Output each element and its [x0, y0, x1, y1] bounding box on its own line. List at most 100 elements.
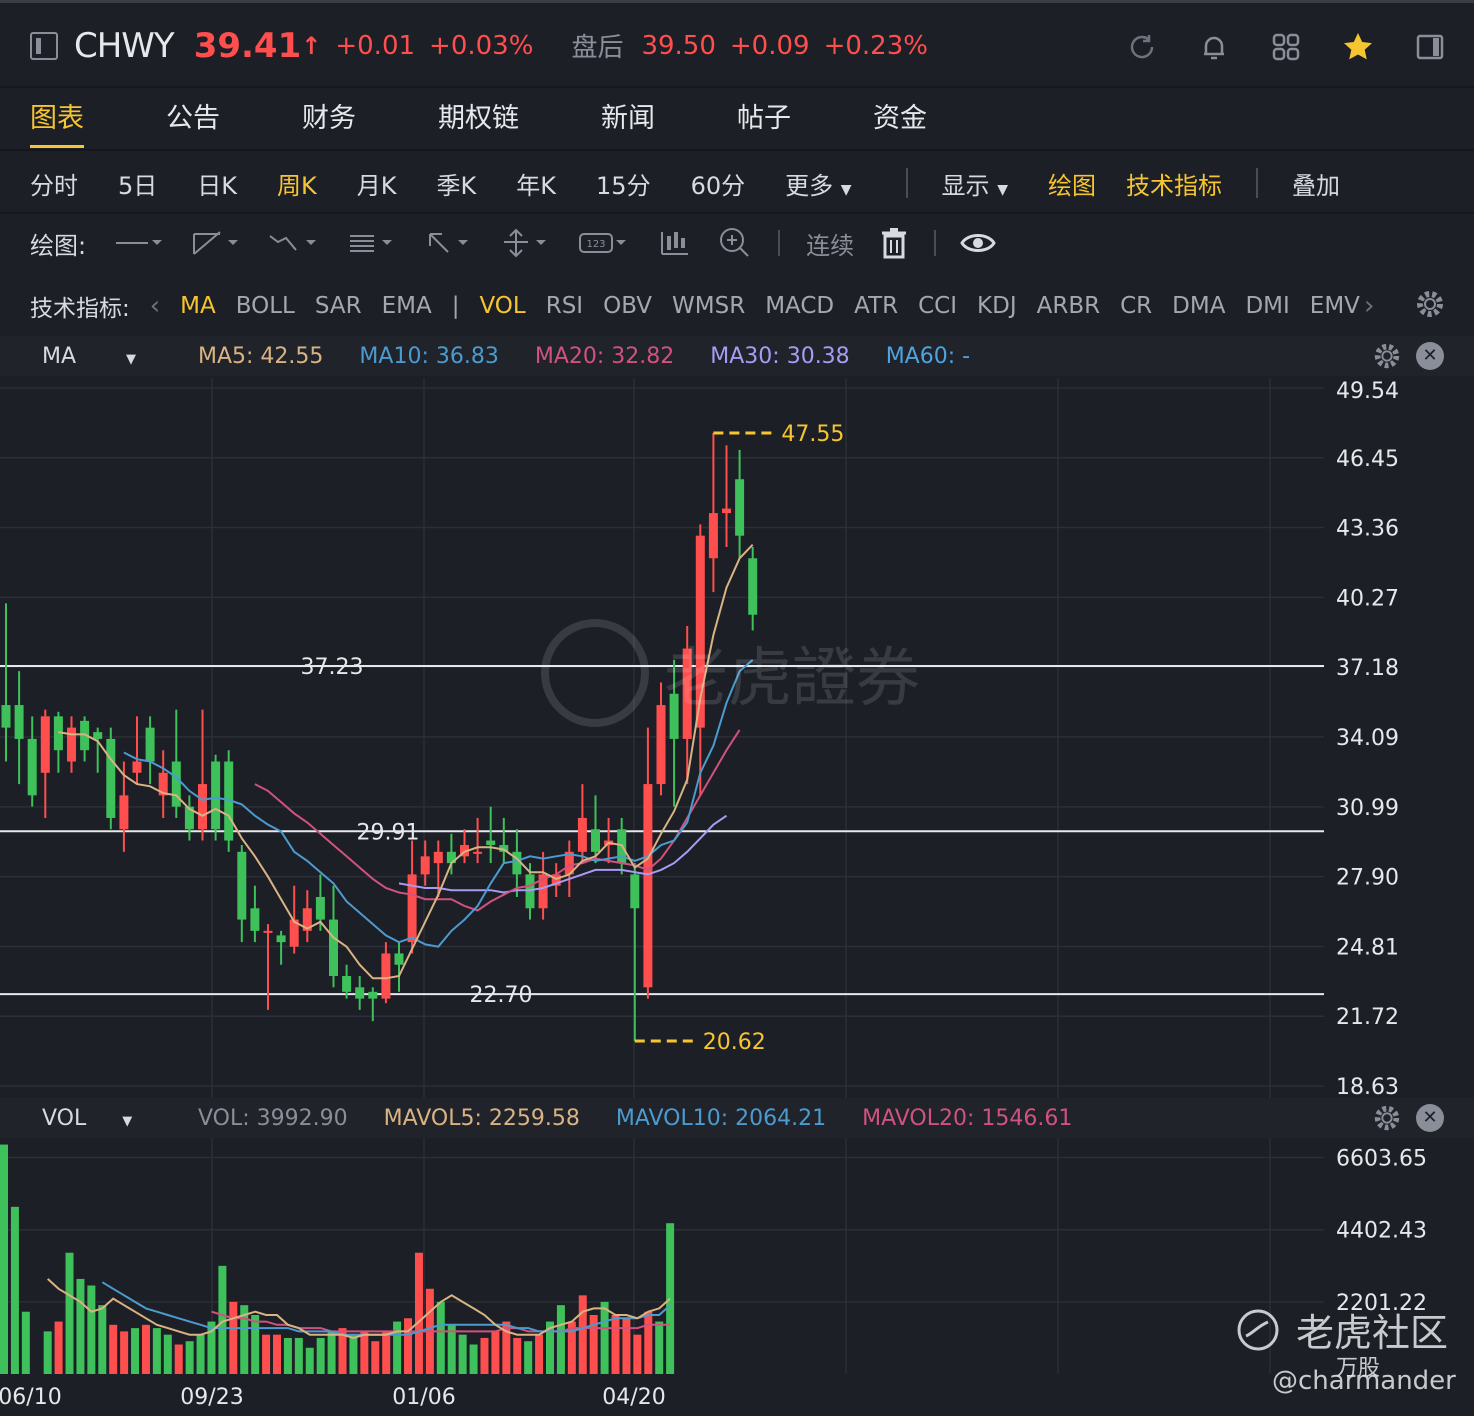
volume-bar — [174, 1344, 183, 1374]
candle-body — [577, 817, 587, 852]
volume-bar — [393, 1321, 402, 1374]
period-monthly[interactable]: 月K — [357, 166, 397, 201]
low-marker-label: 20.62 — [703, 1030, 766, 1055]
volume-bar — [98, 1305, 107, 1374]
volume-bar — [469, 1344, 478, 1374]
volume-bar — [349, 1334, 358, 1374]
volume-bar — [633, 1334, 642, 1374]
gear-icon[interactable] — [1372, 341, 1402, 371]
label-tool-icon[interactable]: 123 — [578, 228, 632, 258]
wave-tool-icon[interactable] — [268, 228, 320, 258]
measure-tool-icon[interactable] — [500, 228, 552, 258]
period-daily[interactable]: 日K — [197, 166, 237, 201]
gear-icon[interactable] — [1372, 1103, 1402, 1133]
tab-financials[interactable]: 财务 — [302, 88, 356, 150]
chevron-right-icon[interactable]: › — [1364, 291, 1374, 321]
period-60min[interactable]: 60分 — [691, 166, 746, 201]
bell-icon[interactable] — [1198, 31, 1230, 63]
mavol20-value: MAVOL20: 1546.61 — [862, 1105, 1073, 1131]
indicator-obv[interactable]: OBV — [603, 293, 652, 319]
display-dropdown[interactable]: 显示 ▼ — [942, 166, 1008, 201]
indicator-vol[interactable]: VOL — [479, 293, 525, 319]
divider — [778, 230, 781, 256]
ma-dropdown[interactable]: MA ▼ — [42, 344, 162, 369]
candle-body — [473, 851, 483, 854]
overlay-button[interactable]: 叠加 — [1292, 166, 1340, 201]
divider — [905, 168, 908, 198]
period-weekly[interactable]: 周K — [277, 166, 317, 201]
volume-bar — [87, 1285, 96, 1374]
indicator-dmi[interactable]: DMI — [1245, 293, 1289, 319]
refresh-icon[interactable] — [1126, 31, 1158, 63]
candle-body — [368, 991, 378, 999]
eye-icon[interactable] — [960, 231, 996, 255]
ma-title: MA — [42, 343, 77, 369]
quote-header: CHWY 39.41 ↑ +0.01 +0.03% 盘后 39.50 +0.09… — [0, 0, 1474, 88]
vol-dropdown[interactable]: VOL ▼ — [42, 1106, 162, 1131]
tab-announcements[interactable]: 公告 — [166, 88, 220, 150]
trash-icon[interactable] — [880, 227, 908, 259]
period-intraday[interactable]: 分时 — [30, 166, 78, 201]
candlestick-chart[interactable]: 37.23 29.91 22.70 49.54 46.45 43.36 40.27 37.1… — [0, 378, 1474, 1098]
indicator-arbr[interactable]: ARBR — [1037, 293, 1100, 319]
candle-body — [40, 716, 50, 773]
line-tool-icon[interactable] — [114, 231, 164, 255]
zoom-icon[interactable] — [718, 226, 752, 260]
fib-tool-icon[interactable] — [346, 228, 398, 258]
volume-chart[interactable]: 6603.654402.432201.22 06/10 09/23 01/06 04/… — [0, 1138, 1474, 1416]
indicator-macd[interactable]: MACD — [765, 293, 834, 319]
candle-body — [433, 851, 443, 864]
grid-icon[interactable] — [1270, 31, 1302, 63]
draw-button[interactable]: 绘图 — [1048, 166, 1096, 201]
tab-capital-flow[interactable]: 资金 — [873, 88, 927, 150]
svg-text:123: 123 — [587, 239, 606, 250]
period-15min[interactable]: 15分 — [596, 166, 651, 201]
community-logo-icon — [1237, 1309, 1279, 1350]
indicator-rsi[interactable]: RSI — [546, 293, 583, 319]
indicator-ema[interactable]: EMA — [382, 293, 432, 319]
y-tick-label: 37.18 — [1336, 656, 1399, 681]
y-tick-label: 30.99 — [1336, 796, 1399, 821]
indicator-dma[interactable]: DMA — [1172, 293, 1225, 319]
indicator-boll[interactable]: BOLL — [236, 293, 295, 319]
sidebar-toggle-icon[interactable] — [30, 31, 58, 60]
indicator-cr[interactable]: CR — [1120, 293, 1152, 319]
candle-body — [708, 513, 718, 559]
indicator-emv[interactable]: EMV — [1310, 293, 1360, 319]
period-5day[interactable]: 5日 — [118, 166, 157, 201]
mavol5-value: MAVOL5: 2259.58 — [383, 1105, 580, 1131]
x-tick-label: 04/20 — [602, 1385, 665, 1410]
period-quarterly[interactable]: 季K — [437, 166, 477, 201]
close-icon[interactable]: ✕ — [1416, 1104, 1444, 1132]
indicator-wmsr[interactable]: WMSR — [672, 293, 745, 319]
indicator-kdj[interactable]: KDJ — [977, 293, 1017, 319]
volume-bar — [262, 1334, 271, 1374]
volume-bar — [120, 1331, 129, 1374]
indicators-button[interactable]: 技术指标 — [1126, 166, 1222, 201]
period-yearly[interactable]: 年K — [516, 166, 556, 201]
indicator-cci[interactable]: CCI — [918, 293, 957, 319]
tab-posts[interactable]: 帖子 — [737, 88, 791, 150]
close-icon[interactable]: ✕ — [1416, 342, 1444, 370]
settings-gear-icon[interactable] — [1414, 288, 1446, 324]
indicator-atr[interactable]: ATR — [854, 293, 898, 319]
arrow-tool-icon[interactable] — [424, 228, 474, 258]
tab-options-chain[interactable]: 期权链 — [438, 88, 519, 150]
continuous-toggle[interactable]: 连续 — [806, 226, 854, 261]
indicator-sar[interactable]: SAR — [315, 293, 362, 319]
divider — [934, 230, 937, 256]
panel-icon[interactable] — [1414, 31, 1446, 63]
period-more-dropdown[interactable]: 更多 ▼ — [785, 166, 851, 201]
volume-bar — [283, 1337, 292, 1374]
trendline-tool-icon[interactable] — [190, 228, 242, 258]
chevron-left-icon[interactable]: ‹ — [150, 291, 160, 321]
ma-legend: MA ▼ MA5: 42.55 MA10: 36.83 MA20: 32.82 M… — [0, 336, 1474, 376]
star-icon[interactable] — [1342, 31, 1374, 63]
indicator-ma[interactable]: MA — [180, 293, 216, 319]
tab-news[interactable]: 新闻 — [601, 88, 655, 150]
caret-down-icon: ▼ — [840, 181, 852, 198]
indicator-selector: 技术指标: ‹ MA BOLL SAR EMA | VOL RSI OBV WM… — [0, 280, 1474, 332]
tab-chart[interactable]: 图表 — [30, 88, 84, 150]
candle-body — [329, 919, 338, 977]
candle-tool-icon[interactable] — [658, 228, 692, 258]
